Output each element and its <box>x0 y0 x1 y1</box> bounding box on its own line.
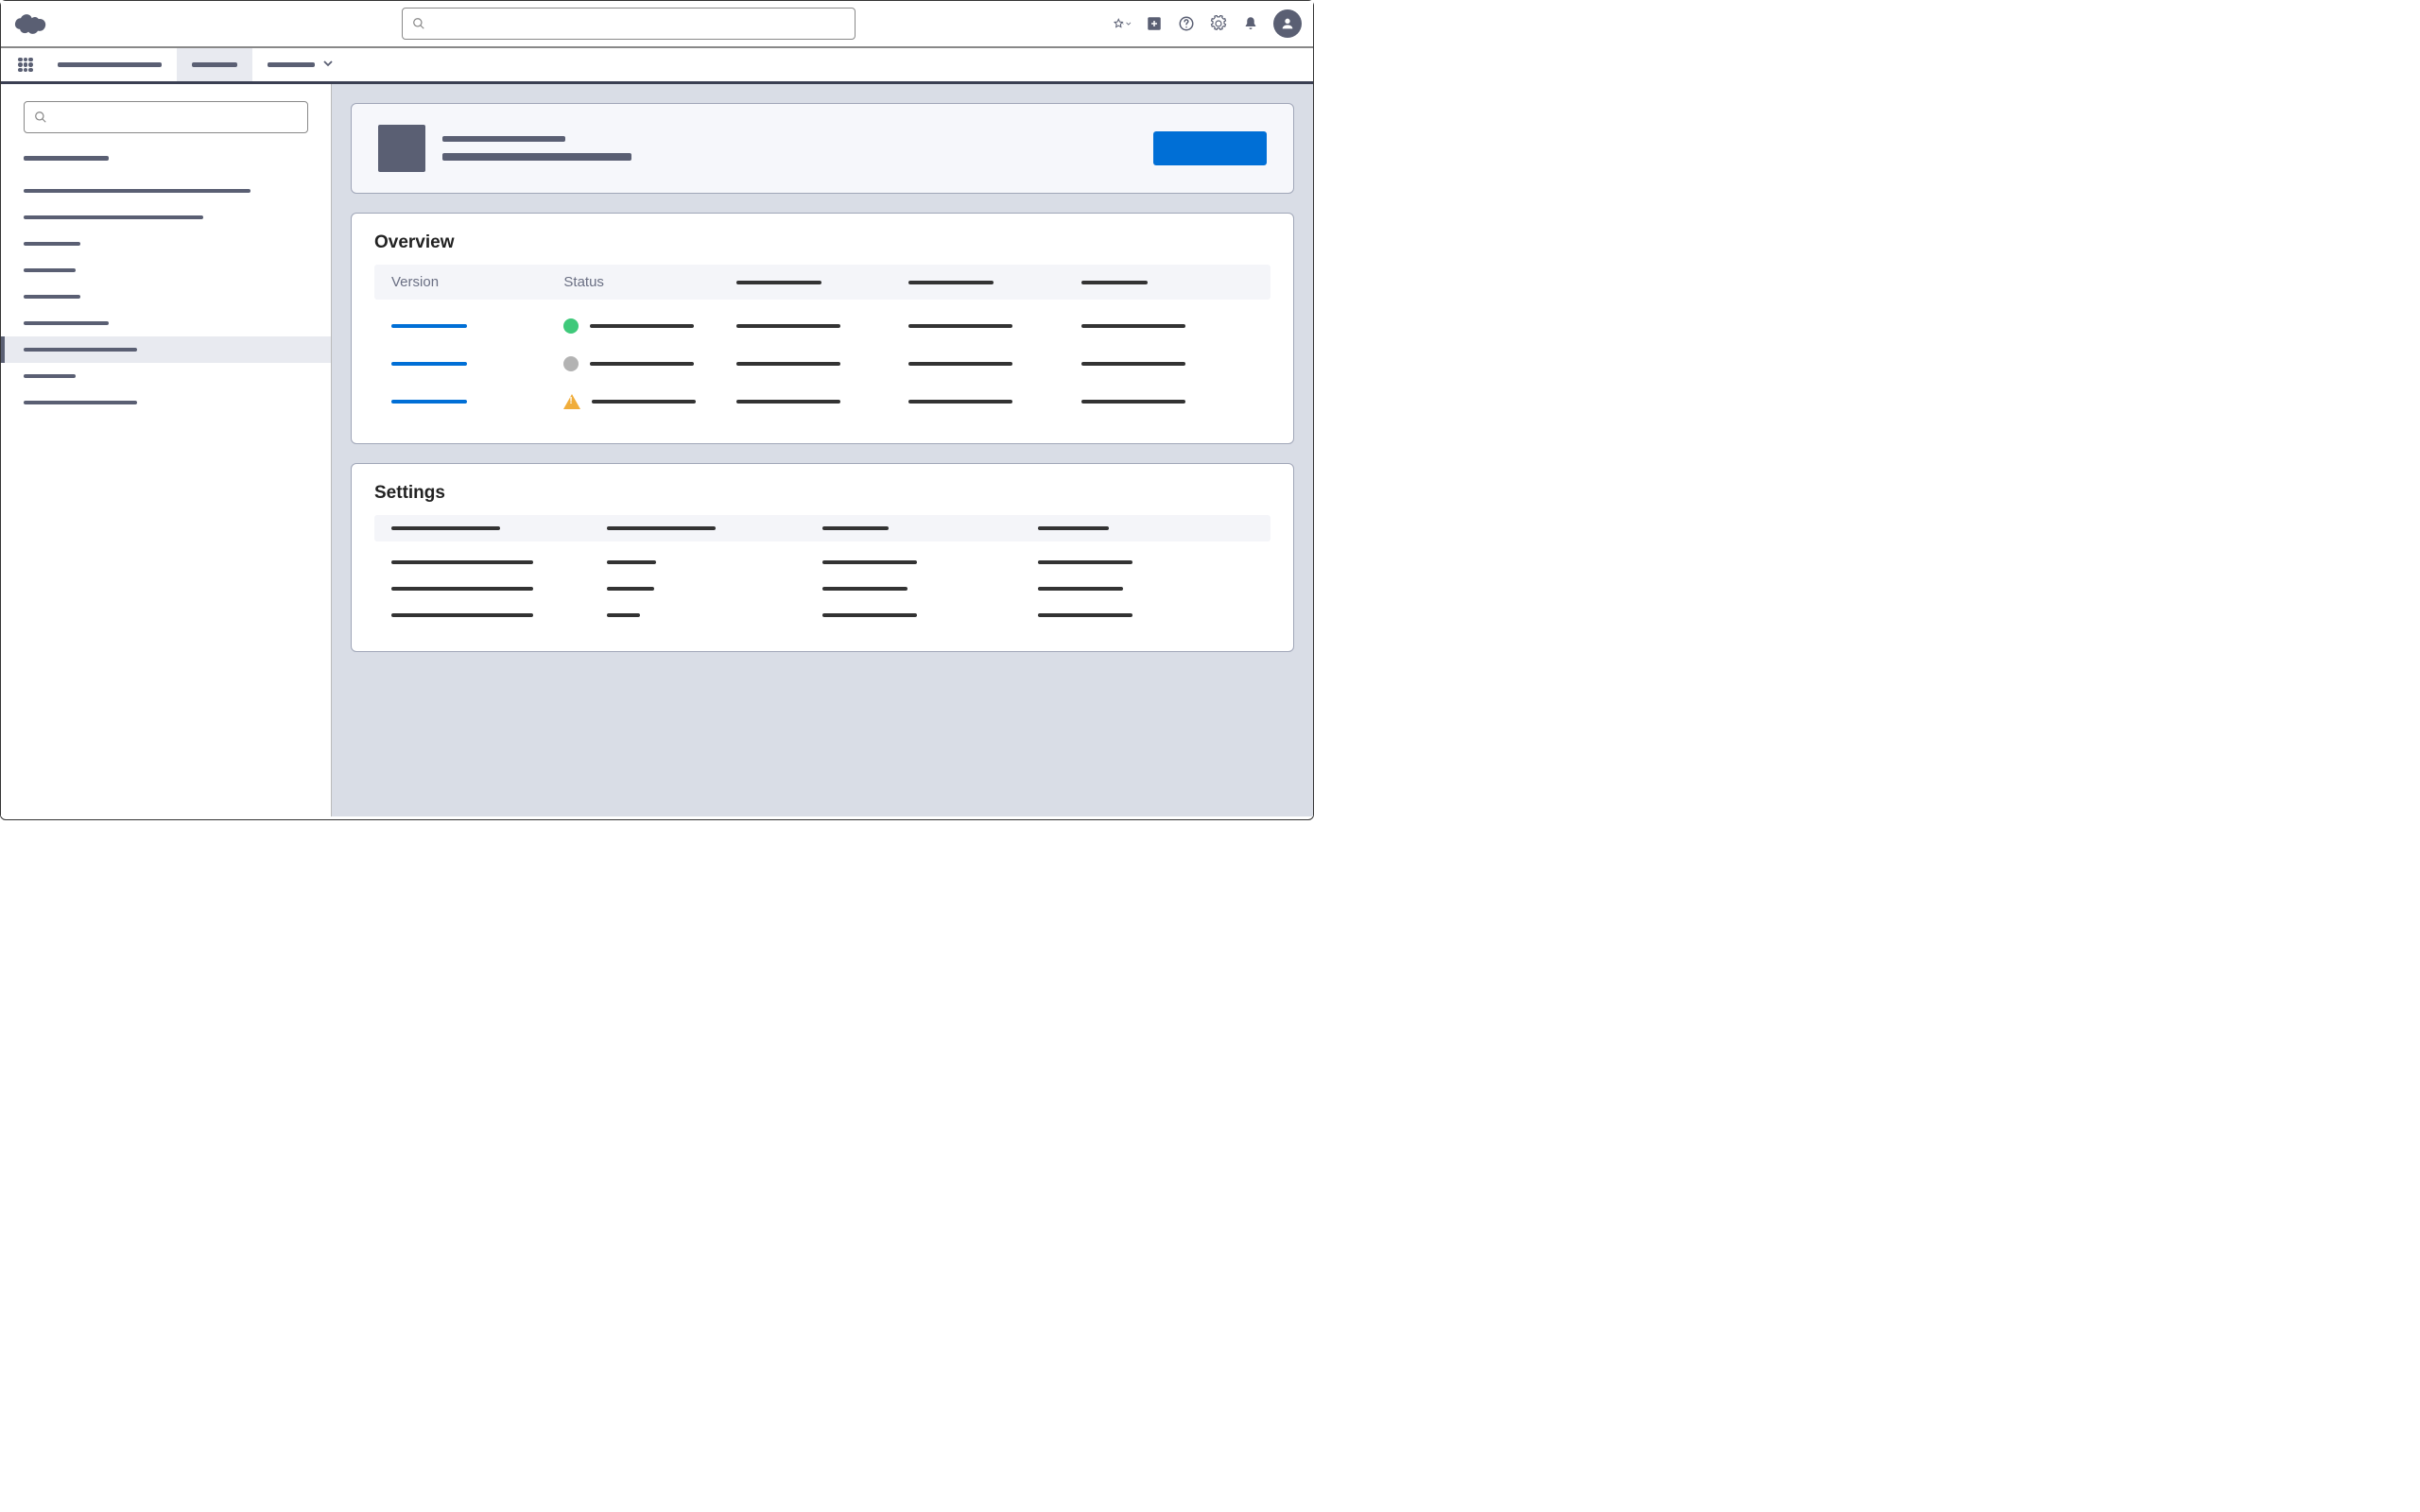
status-dot-gray <box>563 356 579 371</box>
add-icon[interactable] <box>1145 14 1164 33</box>
status-text <box>590 324 694 328</box>
sidebar-item-4[interactable] <box>1 284 331 310</box>
sidebar-item-2[interactable] <box>1 231 331 257</box>
salesforce-logo[interactable] <box>12 11 46 36</box>
page-subtitle <box>442 153 631 161</box>
search-icon <box>34 111 47 124</box>
sidebar-item-3[interactable] <box>1 257 331 284</box>
global-search-input[interactable] <box>433 17 845 31</box>
sidebar-search[interactable] <box>24 101 308 133</box>
overview-col-version: Version <box>391 274 439 290</box>
cell <box>607 587 654 591</box>
settings-col-0 <box>391 526 500 530</box>
user-avatar[interactable] <box>1273 9 1302 38</box>
notifications-icon[interactable] <box>1241 14 1260 33</box>
nav-tab-label <box>268 62 315 67</box>
settings-row-0 <box>374 549 1270 576</box>
version-link[interactable] <box>391 324 467 328</box>
page-header <box>351 103 1294 194</box>
page-title <box>442 136 565 142</box>
nav-tab-label <box>192 62 237 67</box>
settings-row-1 <box>374 576 1270 602</box>
setup-gear-icon[interactable] <box>1209 14 1228 33</box>
overview-card: Overview Version Status <box>351 213 1294 444</box>
chevron-down-icon <box>322 57 334 74</box>
settings-col-2 <box>822 526 889 530</box>
setup-sidebar <box>1 84 332 816</box>
cell <box>736 400 840 404</box>
primary-action-button[interactable] <box>1153 131 1267 165</box>
cell <box>908 324 1012 328</box>
overview-row-2 <box>374 383 1270 421</box>
cell <box>908 362 1012 366</box>
sidebar-item-8[interactable] <box>1 389 331 416</box>
app-launcher-icon[interactable] <box>9 48 43 81</box>
nav-tab-label <box>58 62 162 67</box>
cell <box>822 560 917 564</box>
settings-col-3 <box>1038 526 1109 530</box>
nav-tab-0[interactable] <box>43 48 177 81</box>
help-icon[interactable] <box>1177 14 1196 33</box>
cell <box>736 362 840 366</box>
main-content: Overview Version Status <box>332 84 1313 816</box>
cell <box>1081 400 1185 404</box>
cell <box>607 560 656 564</box>
status-text <box>592 400 696 404</box>
settings-header-row <box>374 515 1270 541</box>
overview-col-4 <box>1081 281 1148 284</box>
settings-card: Settings <box>351 463 1294 652</box>
sidebar-heading <box>24 156 109 161</box>
cell <box>908 400 1012 404</box>
settings-col-1 <box>607 526 716 530</box>
cell <box>1038 613 1132 617</box>
settings-title: Settings <box>352 464 1293 515</box>
favorites-icon[interactable] <box>1113 14 1132 33</box>
overview-col-3 <box>908 281 994 284</box>
version-link[interactable] <box>391 362 467 366</box>
overview-row-0 <box>374 307 1270 345</box>
global-search[interactable] <box>402 8 856 40</box>
cell <box>391 560 533 564</box>
overview-title: Overview <box>352 214 1293 265</box>
overview-header-row: Version Status <box>374 265 1270 300</box>
overview-col-status: Status <box>563 274 604 290</box>
version-link[interactable] <box>391 400 467 404</box>
sidebar-item-5[interactable] <box>1 310 331 336</box>
global-header <box>1 1 1313 48</box>
sidebar-item-7[interactable] <box>1 363 331 389</box>
sidebar-item-6[interactable] <box>1 336 331 363</box>
cell <box>391 587 533 591</box>
cell <box>736 324 840 328</box>
cell <box>1038 587 1123 591</box>
cell <box>822 587 908 591</box>
status-dot-green <box>563 318 579 334</box>
cell <box>822 613 917 617</box>
status-text <box>590 362 694 366</box>
cell <box>391 613 533 617</box>
nav-tab-1[interactable] <box>177 48 252 81</box>
sidebar-search-input[interactable] <box>55 111 298 125</box>
app-nav-bar <box>1 48 1313 84</box>
cell <box>1081 324 1185 328</box>
page-header-icon <box>378 125 425 172</box>
sidebar-item-0[interactable] <box>1 178 331 204</box>
cell <box>607 613 640 617</box>
overview-row-1 <box>374 345 1270 383</box>
cell <box>1081 362 1185 366</box>
sidebar-item-1[interactable] <box>1 204 331 231</box>
cell <box>1038 560 1132 564</box>
settings-row-2 <box>374 602 1270 628</box>
search-icon <box>412 17 425 30</box>
nav-tab-2[interactable] <box>252 48 349 81</box>
status-warning-icon <box>563 394 580 409</box>
header-utility-icons <box>1113 9 1302 38</box>
overview-col-2 <box>736 281 821 284</box>
